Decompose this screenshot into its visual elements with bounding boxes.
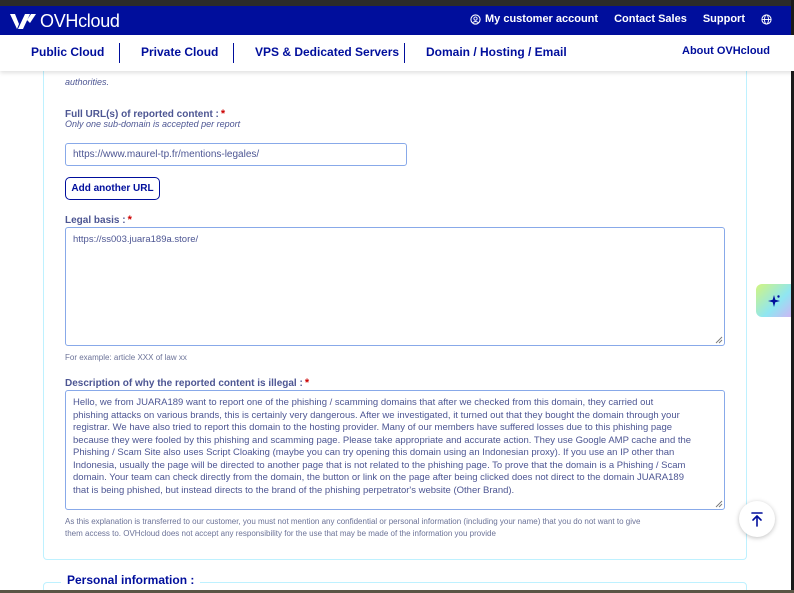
support-label: Support [702, 13, 745, 25]
contact-sales-label: Contact Sales [614, 13, 687, 25]
legal-basis-value: https://ss003.juara189a.store/ [73, 234, 199, 245]
required-marker: * [304, 377, 310, 389]
report-form-content: authorities. Full URL(s) of reported con… [0, 71, 794, 593]
description-line: phishing attacks on various brands, this… [73, 409, 680, 421]
nav-vps-dedicated[interactable]: VPS & Dedicated Servers [255, 45, 399, 59]
globe-icon [761, 13, 772, 25]
description-textarea[interactable]: Hello, we from JUARA189 want to report o… [65, 390, 725, 510]
legal-basis-label: Legal basis : * [65, 210, 132, 228]
resize-handle-icon[interactable] [715, 500, 723, 508]
user-circle-icon [470, 13, 481, 25]
nav-divider [233, 43, 234, 63]
description-label: Description of why the reported content … [65, 373, 309, 391]
language-selector[interactable] [761, 13, 772, 25]
description-line: because they were fooled by this phishin… [73, 434, 692, 446]
nav-domain-hosting-email[interactable]: Domain / Hosting / Email [426, 45, 567, 59]
description-line: Indonesia, usually the page will be dire… [73, 459, 686, 471]
description-line: Phishing / Scam Site also uses Script Cl… [73, 447, 675, 458]
description-label-text: Description of why the reported content … [65, 378, 303, 389]
ovhcloud-logo-icon [10, 14, 36, 29]
legal-basis-label-text: Legal basis : [65, 215, 126, 226]
nav-private-cloud[interactable]: Private Cloud [141, 45, 218, 59]
assistant-side-tab[interactable] [756, 284, 791, 317]
main-nav: Public Cloud Private Cloud VPS & Dedicat… [0, 35, 794, 71]
support-link[interactable]: Support [703, 13, 745, 25]
add-another-url-button[interactable]: Add another URL [65, 177, 160, 200]
ovhcloud-logo[interactable]: OVHcloud [9, 11, 120, 32]
nav-about[interactable]: About OVHcloud [682, 45, 770, 57]
description-line: registrar. We have also tried to report … [73, 422, 673, 433]
contact-sales-link[interactable]: Contact Sales [614, 13, 687, 25]
scroll-to-top-button[interactable] [739, 501, 775, 537]
logo-text: OVHcloud [40, 11, 120, 31]
nav-divider [119, 43, 120, 63]
description-line: domain. Your team can check directly fro… [73, 472, 684, 483]
disclaimer-line: them access to. OVHcloud does not accept… [65, 529, 496, 538]
top-links: My customer account Contact Sales Suppor… [470, 13, 772, 25]
top-bar: OVHcloud My customer account Contact Sal… [0, 6, 794, 35]
personal-info-legend: Personal information : [61, 573, 201, 587]
description-line: Hello, we from JUARA189 want to report o… [73, 397, 654, 408]
sparkle-icon [767, 294, 780, 307]
resize-handle-icon[interactable] [715, 336, 723, 344]
authorities-text: authorities. [65, 77, 110, 87]
my-account-label: My customer account [484, 13, 599, 25]
url-input[interactable] [65, 143, 407, 166]
nav-public-cloud[interactable]: Public Cloud [31, 45, 104, 59]
disclaimer-line: As this explanation is transferred to ou… [65, 517, 641, 526]
nav-divider [404, 43, 405, 63]
required-marker: * [127, 214, 132, 226]
legal-basis-example: For example: article XXX of law xx [65, 353, 187, 362]
description-line: that is being phished, but instead direc… [73, 484, 515, 496]
my-account-link[interactable]: My customer account [470, 13, 598, 25]
arrow-up-to-line-icon [751, 512, 763, 527]
legal-basis-textarea[interactable]: https://ss003.juara189a.store/ [65, 227, 725, 346]
url-hint: Only one sub-domain is accepted per repo… [65, 119, 241, 129]
